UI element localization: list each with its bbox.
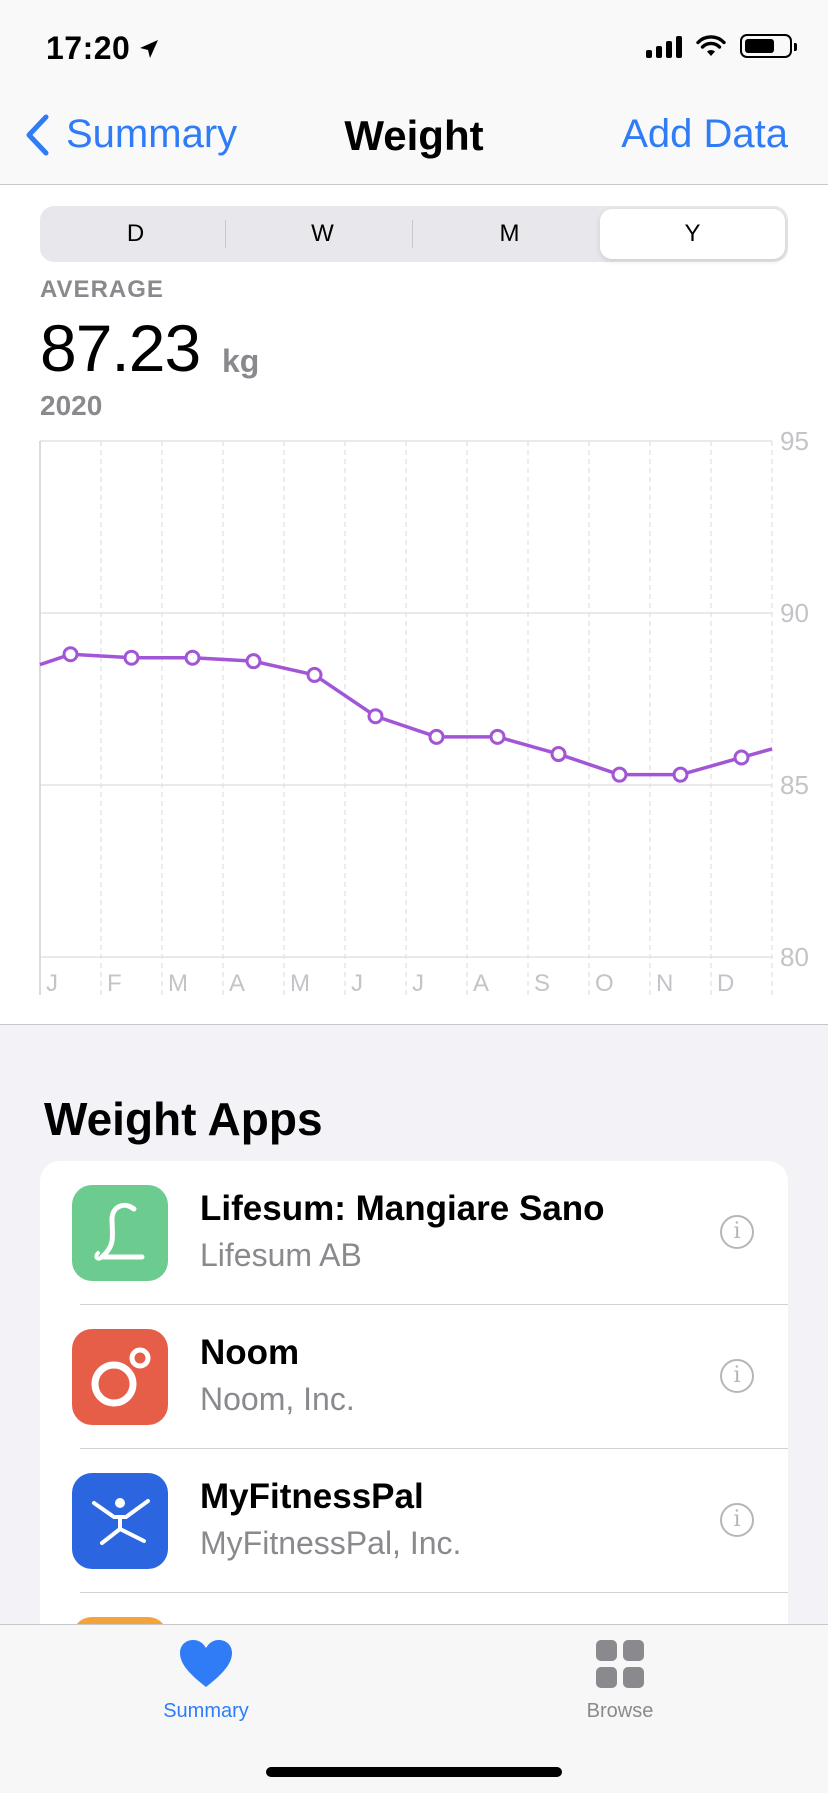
y-tick-label: 90	[780, 598, 809, 628]
location-arrow-icon	[140, 40, 158, 58]
info-icon[interactable]: i	[720, 1503, 754, 1537]
navigation-bar: 17:20 Summary Weight Add Data	[0, 0, 828, 185]
data-point	[245, 653, 262, 670]
y-tick-label: 95	[780, 426, 809, 456]
data-point	[489, 728, 506, 745]
data-point	[672, 766, 689, 783]
tab-label: Summary	[163, 1700, 249, 1722]
tab-label: Browse	[586, 1700, 654, 1722]
x-tick-label: S	[534, 970, 550, 997]
tab-summary[interactable]: Summary	[126, 1639, 286, 1723]
x-tick-label: O	[595, 970, 614, 997]
list-item-lifesum[interactable]: Lifesum: Mangiare Sano Lifesum AB i	[40, 1161, 788, 1305]
back-label: Summary	[66, 112, 238, 156]
data-point	[62, 646, 79, 663]
list-item-noom[interactable]: Noom Noom, Inc. i	[40, 1305, 788, 1449]
data-point	[367, 708, 384, 725]
chevron-left-icon	[26, 114, 49, 155]
cellular-signal-icon	[646, 34, 682, 58]
grid-icon	[596, 1640, 644, 1688]
data-point	[306, 666, 323, 683]
data-point	[733, 749, 750, 766]
x-tick-label: A	[473, 970, 489, 997]
y-tick-label: 85	[780, 770, 809, 800]
x-tick-label: M	[290, 970, 310, 997]
app-developer: Noom, Inc.	[200, 1381, 355, 1417]
tab-browse[interactable]: Browse	[540, 1639, 700, 1723]
app-developer: Lifesum AB	[200, 1237, 362, 1273]
status-indicators	[646, 34, 797, 58]
myfitnesspal-icon	[72, 1473, 168, 1569]
home-indicator	[266, 1767, 562, 1777]
back-button[interactable]: Summary	[24, 112, 237, 157]
status-time: 17:20	[46, 30, 131, 66]
y-tick-label: 80	[780, 942, 809, 972]
app-name: Lifesum: Mangiare Sano	[200, 1189, 605, 1228]
app-developer: MyFitnessPal, Inc.	[200, 1525, 462, 1561]
chart-panel: D W M Y AVERAGE 87.23 kg 2020 95 90 85 80 J F…	[0, 185, 828, 1025]
app-name: MyFitnessPal	[200, 1477, 424, 1516]
noom-icon	[72, 1329, 168, 1425]
add-data-button[interactable]: Add Data	[621, 112, 788, 157]
heart-icon	[180, 1640, 232, 1687]
battery-icon	[740, 34, 797, 58]
data-point	[123, 649, 140, 666]
x-tick-label: J	[351, 970, 363, 997]
x-tick-label: D	[717, 970, 734, 997]
info-icon[interactable]: i	[720, 1215, 754, 1249]
wifi-icon	[696, 35, 726, 56]
app-name: Noom	[200, 1333, 300, 1372]
data-point	[184, 649, 201, 666]
apps-list: Lifesum: Mangiare Sano Lifesum AB i Noom…	[40, 1161, 788, 1661]
x-tick-label: J	[46, 970, 58, 997]
info-icon[interactable]: i	[720, 1359, 754, 1393]
x-tick-label: F	[107, 970, 122, 997]
x-tick-label: M	[168, 970, 188, 997]
data-point	[550, 746, 567, 763]
x-tick-label: A	[229, 970, 245, 997]
data-point	[611, 766, 628, 783]
list-item-myfitnesspal[interactable]: MyFitnessPal MyFitnessPal, Inc. i	[40, 1449, 788, 1593]
x-tick-label: J	[412, 970, 424, 997]
weight-line-chart[interactable]: 95 90 85 80 J F M A M J J A S O N D	[0, 185, 828, 1024]
x-tick-label: N	[656, 970, 673, 997]
data-point	[428, 728, 445, 745]
section-title: Weight Apps	[44, 1093, 323, 1145]
lifesum-icon	[72, 1185, 168, 1281]
